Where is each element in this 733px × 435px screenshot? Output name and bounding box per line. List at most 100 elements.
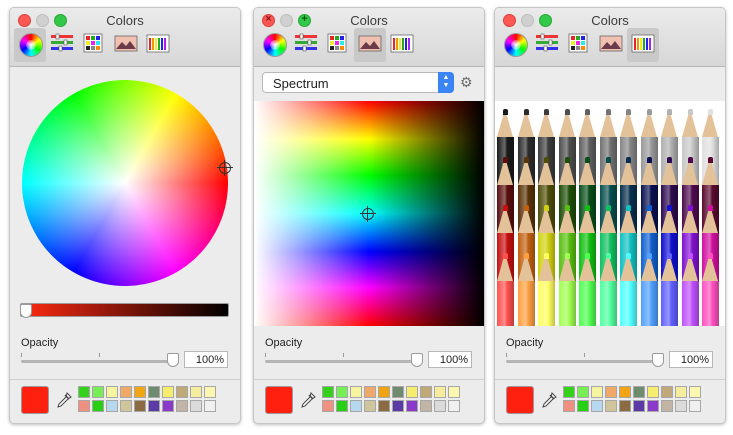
color-swatch[interactable] bbox=[176, 386, 188, 398]
tab-color-palettes[interactable] bbox=[563, 28, 595, 62]
color-swatch[interactable] bbox=[392, 386, 404, 398]
color-swatch[interactable] bbox=[661, 400, 673, 412]
pencil[interactable] bbox=[497, 253, 514, 326]
color-swatch[interactable] bbox=[162, 400, 174, 412]
color-swatch[interactable] bbox=[92, 386, 104, 398]
tab-pencils[interactable] bbox=[627, 28, 659, 62]
tab-color-palettes[interactable] bbox=[322, 28, 354, 62]
color-swatch[interactable] bbox=[78, 400, 90, 412]
color-swatch[interactable] bbox=[605, 386, 617, 398]
color-swatch[interactable] bbox=[148, 400, 160, 412]
opacity-field[interactable]: 100% bbox=[428, 351, 472, 368]
color-swatch[interactable] bbox=[448, 400, 460, 412]
color-swatch[interactable] bbox=[591, 400, 603, 412]
color-swatch[interactable] bbox=[350, 386, 362, 398]
tab-color-sliders[interactable] bbox=[46, 28, 78, 62]
color-swatch[interactable] bbox=[420, 386, 432, 398]
color-swatch[interactable] bbox=[577, 386, 589, 398]
color-swatch[interactable] bbox=[364, 400, 376, 412]
color-swatch[interactable] bbox=[336, 386, 348, 398]
color-swatch[interactable] bbox=[322, 386, 334, 398]
color-swatch[interactable] bbox=[176, 400, 188, 412]
brightness-slider-knob[interactable] bbox=[20, 304, 32, 318]
pencil[interactable] bbox=[620, 253, 637, 326]
color-swatch[interactable] bbox=[204, 400, 216, 412]
color-swatch[interactable] bbox=[448, 386, 460, 398]
color-swatch[interactable] bbox=[647, 386, 659, 398]
color-swatch[interactable] bbox=[420, 400, 432, 412]
gear-icon[interactable]: ⚙ bbox=[460, 74, 473, 91]
tab-color-wheel[interactable] bbox=[258, 28, 290, 62]
color-swatch[interactable] bbox=[134, 400, 146, 412]
color-swatch[interactable] bbox=[619, 400, 631, 412]
pencil[interactable] bbox=[579, 253, 596, 326]
opacity-slider[interactable] bbox=[265, 360, 423, 363]
palette-popup[interactable]: Spectrum ▲ ▼ bbox=[262, 72, 454, 93]
color-swatch[interactable] bbox=[633, 386, 645, 398]
color-swatch[interactable] bbox=[406, 386, 418, 398]
pencil[interactable] bbox=[558, 253, 576, 326]
pencil[interactable] bbox=[599, 253, 617, 326]
color-swatch[interactable] bbox=[148, 386, 160, 398]
color-swatch[interactable] bbox=[134, 386, 146, 398]
pencil[interactable] bbox=[661, 253, 678, 326]
pencil[interactable] bbox=[702, 253, 719, 326]
color-wheel[interactable] bbox=[22, 80, 228, 286]
wheel-selection-crosshair[interactable] bbox=[217, 160, 233, 176]
color-swatch[interactable] bbox=[563, 386, 575, 398]
color-swatch[interactable] bbox=[364, 386, 376, 398]
pencil[interactable] bbox=[681, 253, 699, 326]
opacity-slider-knob[interactable] bbox=[652, 353, 664, 367]
current-color-well[interactable] bbox=[265, 386, 293, 414]
color-swatch[interactable] bbox=[92, 400, 104, 412]
color-swatch[interactable] bbox=[434, 400, 446, 412]
eyedropper-icon[interactable] bbox=[56, 392, 72, 410]
spectrum-selection-crosshair[interactable] bbox=[360, 206, 376, 222]
color-swatch[interactable] bbox=[204, 386, 216, 398]
eyedropper-icon[interactable] bbox=[300, 392, 316, 410]
color-swatch[interactable] bbox=[392, 400, 404, 412]
color-swatch[interactable] bbox=[647, 400, 659, 412]
color-swatch[interactable] bbox=[434, 386, 446, 398]
opacity-slider[interactable] bbox=[21, 360, 179, 363]
tab-color-sliders[interactable] bbox=[531, 28, 563, 62]
color-swatch[interactable] bbox=[78, 386, 90, 398]
color-swatch[interactable] bbox=[689, 386, 701, 398]
brightness-slider[interactable] bbox=[20, 303, 229, 318]
color-swatch[interactable] bbox=[619, 386, 631, 398]
color-swatch[interactable] bbox=[106, 386, 118, 398]
color-swatch[interactable] bbox=[162, 386, 174, 398]
color-swatch[interactable] bbox=[120, 400, 132, 412]
color-swatch[interactable] bbox=[378, 386, 390, 398]
tab-color-palettes[interactable] bbox=[78, 28, 110, 62]
current-color-well[interactable] bbox=[21, 386, 49, 414]
color-swatch[interactable] bbox=[633, 400, 645, 412]
opacity-slider-knob[interactable] bbox=[411, 353, 423, 367]
tab-color-sliders[interactable] bbox=[290, 28, 322, 62]
color-swatch[interactable] bbox=[322, 400, 334, 412]
color-swatch[interactable] bbox=[190, 386, 202, 398]
color-swatch[interactable] bbox=[591, 386, 603, 398]
color-swatch[interactable] bbox=[350, 400, 362, 412]
tab-color-wheel[interactable] bbox=[14, 28, 46, 62]
opacity-slider[interactable] bbox=[506, 360, 664, 363]
eyedropper-icon[interactable] bbox=[541, 392, 557, 410]
color-swatch[interactable] bbox=[106, 400, 118, 412]
color-swatch[interactable] bbox=[120, 386, 132, 398]
color-swatch[interactable] bbox=[675, 400, 687, 412]
pencil[interactable] bbox=[538, 253, 555, 326]
tab-image-palettes[interactable] bbox=[595, 28, 627, 62]
color-swatch[interactable] bbox=[563, 400, 575, 412]
color-swatch[interactable] bbox=[675, 386, 687, 398]
color-swatch[interactable] bbox=[661, 386, 673, 398]
color-swatch[interactable] bbox=[689, 400, 701, 412]
opacity-field[interactable]: 100% bbox=[184, 351, 228, 368]
color-swatch[interactable] bbox=[378, 400, 390, 412]
current-color-well[interactable] bbox=[506, 386, 534, 414]
tab-image-palettes[interactable] bbox=[110, 28, 142, 62]
color-swatch[interactable] bbox=[190, 400, 202, 412]
color-swatch[interactable] bbox=[406, 400, 418, 412]
spectrum-image[interactable] bbox=[254, 101, 484, 326]
tab-color-wheel[interactable] bbox=[499, 28, 531, 62]
tab-pencils[interactable] bbox=[386, 28, 418, 62]
